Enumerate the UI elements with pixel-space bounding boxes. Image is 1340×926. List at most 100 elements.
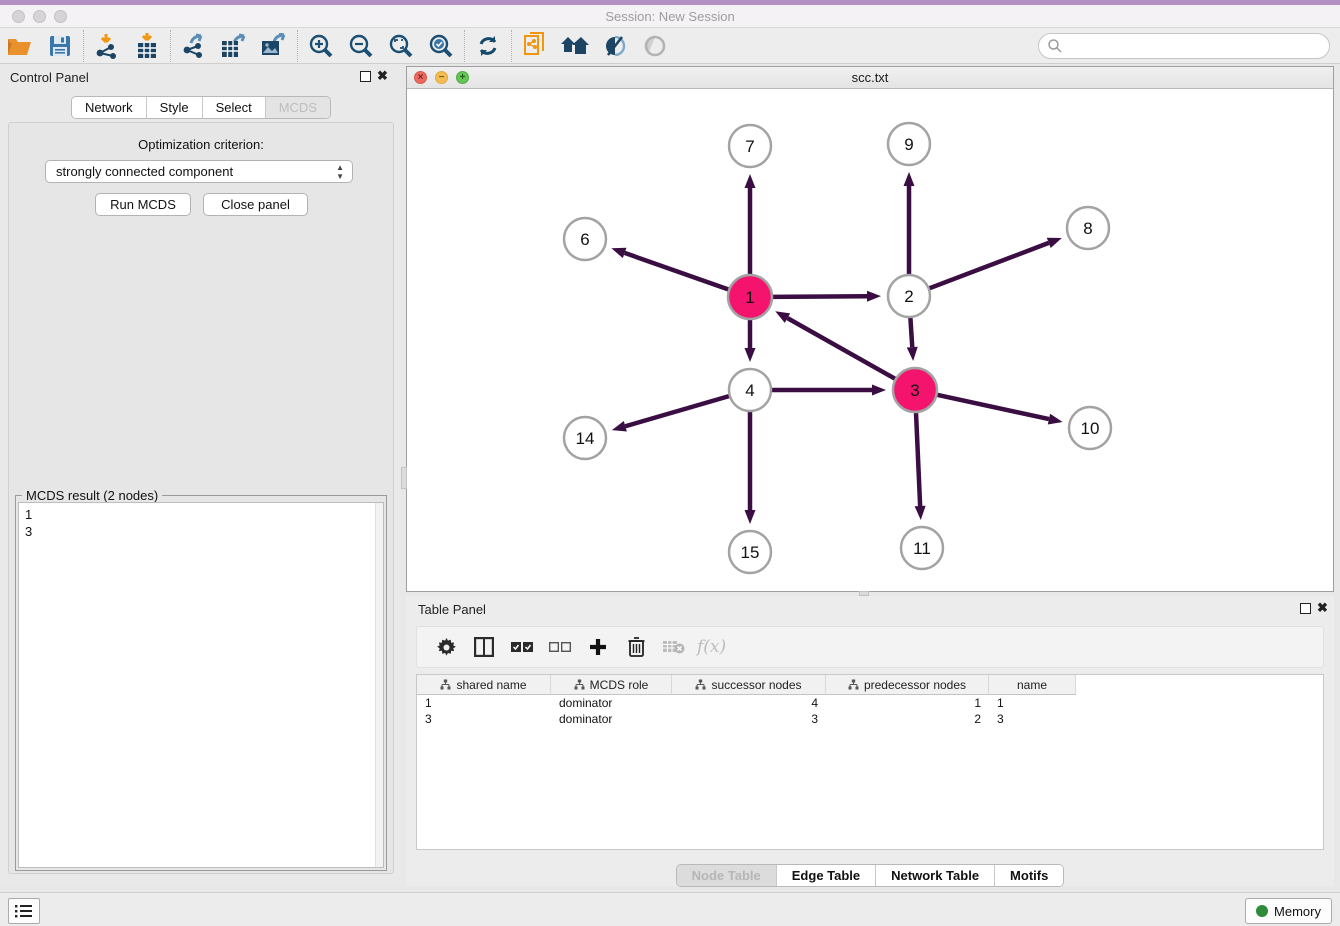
toolbar-separator: [170, 30, 171, 62]
cell-name[interactable]: 1: [989, 695, 1076, 711]
memory-button[interactable]: Memory: [1245, 898, 1332, 924]
select-all-icon[interactable]: [503, 630, 541, 664]
table-header-row: shared nameMCDS rolesuccessor nodesprede…: [417, 675, 1323, 695]
cell-successor-nodes[interactable]: 4: [672, 695, 826, 711]
column-header-MCDS-role[interactable]: MCDS role: [551, 675, 672, 695]
node-label-3: 3: [910, 381, 919, 400]
node-label-2: 2: [904, 287, 913, 306]
edge-3-11[interactable]: [916, 412, 920, 506]
column-header-successor-nodes[interactable]: successor nodes: [672, 675, 826, 695]
result-scrollbar[interactable]: [375, 503, 383, 867]
node-label-6: 6: [580, 230, 589, 249]
tab-motifs[interactable]: Motifs: [994, 865, 1063, 886]
search-box[interactable]: [1038, 33, 1330, 59]
network-canvas[interactable]: 7968124314101511: [407, 89, 1333, 591]
zoom-selected-icon[interactable]: [421, 30, 461, 62]
table-row[interactable]: 1dominator411: [417, 695, 1323, 711]
node-table[interactable]: shared nameMCDS rolesuccessor nodesprede…: [416, 674, 1324, 850]
gear-icon[interactable]: [427, 630, 465, 664]
cell-MCDS-role[interactable]: dominator: [551, 695, 672, 711]
arrowhead-4-15: [745, 510, 756, 524]
zoom-fit-icon[interactable]: [381, 30, 421, 62]
memory-label: Memory: [1274, 904, 1321, 919]
sort-tree-icon: [574, 679, 585, 690]
export-image-icon[interactable]: [254, 30, 294, 62]
column-header-name[interactable]: name: [989, 675, 1076, 695]
column-header-shared-name[interactable]: shared name: [417, 675, 551, 695]
titlebar: Session: New Session: [0, 5, 1340, 28]
cell-predecessor-nodes[interactable]: 2: [826, 711, 989, 727]
arrowhead-1-4: [745, 348, 756, 362]
arrowhead-3-10: [1048, 414, 1063, 425]
edge-2-3[interactable]: [910, 317, 912, 347]
zoom-out-icon[interactable]: [341, 30, 381, 62]
status-bar: Memory: [0, 892, 1340, 926]
optimization-criterion-select[interactable]: strongly connected component ▲▼: [45, 160, 353, 183]
birdseye-view-icon[interactable]: [635, 30, 675, 62]
export-table-icon[interactable]: [214, 30, 254, 62]
toolbar-separator: [464, 30, 465, 62]
import-network-icon[interactable]: [87, 30, 127, 62]
tab-mcds[interactable]: MCDS: [265, 97, 330, 118]
chevron-up-down-icon: ▲▼: [336, 163, 344, 181]
edge-1-6[interactable]: [625, 253, 730, 290]
home-icon[interactable]: [555, 30, 595, 62]
network-window-titlebar[interactable]: × − + scc.txt: [407, 67, 1333, 89]
tab-network-table[interactable]: Network Table: [875, 865, 994, 886]
search-input[interactable]: [1063, 35, 1329, 57]
main-toolbar: [0, 28, 1340, 64]
refresh-icon[interactable]: [468, 30, 508, 62]
tab-network[interactable]: Network: [72, 97, 146, 118]
close-panel-icon[interactable]: ✖: [377, 68, 388, 84]
edge-4-14[interactable]: [625, 396, 730, 426]
table-panel-title: Table Panel: [418, 602, 486, 617]
trash-icon[interactable]: [617, 630, 655, 664]
tab-node-table[interactable]: Node Table: [677, 865, 776, 886]
task-history-button[interactable]: [8, 898, 40, 924]
sort-tree-icon: [440, 679, 451, 690]
splitter-grip-left[interactable]: [401, 467, 407, 489]
toolbar-separator: [83, 30, 84, 62]
table-row[interactable]: 3dominator323: [417, 711, 1323, 727]
cell-shared-name[interactable]: 1: [417, 695, 551, 711]
close-panel-button[interactable]: Close panel: [203, 193, 308, 216]
columns-icon[interactable]: [465, 630, 503, 664]
save-session-icon[interactable]: [40, 30, 80, 62]
mcds-result-textarea[interactable]: 1 3: [18, 502, 384, 868]
edge-3-10[interactable]: [936, 395, 1048, 419]
export-network-icon[interactable]: [174, 30, 214, 62]
table-tabs: Node TableEdge TableNetwork TableMotifs: [406, 864, 1334, 887]
float-table-panel-icon[interactable]: [1300, 603, 1311, 614]
edge-2-8[interactable]: [929, 243, 1049, 289]
edge-3-1[interactable]: [787, 318, 895, 379]
node-label-4: 4: [745, 381, 754, 400]
column-header-predecessor-nodes[interactable]: predecessor nodes: [826, 675, 989, 695]
float-panel-icon[interactable]: [360, 71, 371, 82]
tab-select[interactable]: Select: [202, 97, 265, 118]
cell-shared-name[interactable]: 3: [417, 711, 551, 727]
zoom-in-icon[interactable]: [301, 30, 341, 62]
close-table-panel-icon[interactable]: ✖: [1317, 600, 1328, 616]
cell-predecessor-nodes[interactable]: 1: [826, 695, 989, 711]
cell-name[interactable]: 3: [989, 711, 1076, 727]
open-folder-icon[interactable]: [0, 30, 40, 62]
deselect-all-icon[interactable]: [541, 630, 579, 664]
show-hide-panels-icon[interactable]: [595, 30, 635, 62]
add-icon[interactable]: [579, 630, 617, 664]
edge-1-2[interactable]: [772, 296, 867, 297]
node-label-15: 15: [741, 543, 760, 562]
delete-table-icon[interactable]: [655, 630, 693, 664]
memory-status-icon: [1256, 905, 1268, 917]
import-table-icon[interactable]: [127, 30, 167, 62]
node-label-10: 10: [1081, 419, 1100, 438]
tab-style[interactable]: Style: [146, 97, 202, 118]
cell-MCDS-role[interactable]: dominator: [551, 711, 672, 727]
arrowhead-4-3: [872, 385, 886, 396]
mcds-panel: Optimization criterion: strongly connect…: [8, 122, 394, 874]
function-builder-icon[interactable]: f(x): [697, 637, 726, 657]
control-panel: Control Panel ✖ NetworkStyleSelectMCDS O…: [0, 64, 402, 884]
tab-edge-table[interactable]: Edge Table: [776, 865, 875, 886]
cell-successor-nodes[interactable]: 3: [672, 711, 826, 727]
clone-network-icon[interactable]: [515, 30, 555, 62]
run-mcds-button[interactable]: Run MCDS: [95, 193, 191, 216]
